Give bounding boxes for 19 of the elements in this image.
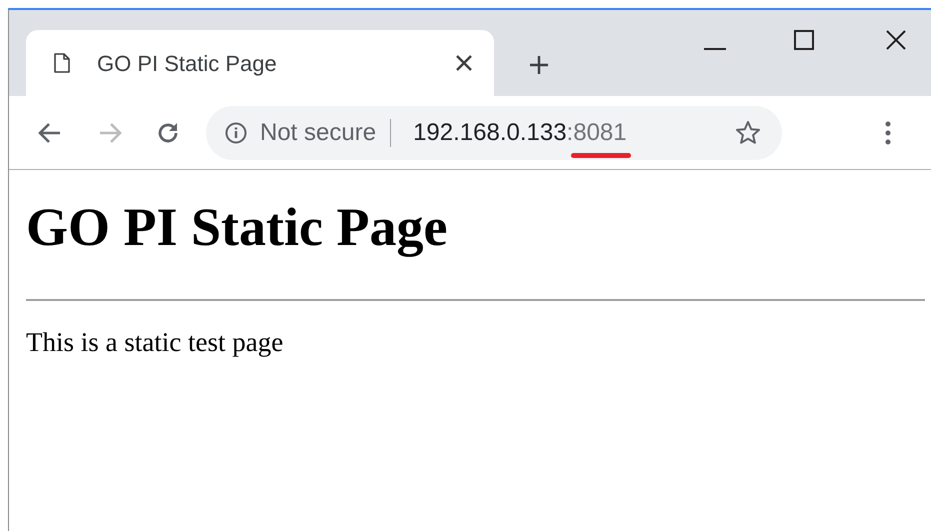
new-tab-icon[interactable]	[529, 55, 549, 75]
minimize-icon[interactable]	[704, 47, 726, 51]
security-label: Not secure	[260, 118, 376, 148]
back-arrow-icon[interactable]	[37, 122, 61, 144]
page-heading: GO PI Static Page	[26, 196, 448, 259]
menu-icon[interactable]	[885, 120, 891, 144]
maximize-icon[interactable]	[794, 30, 814, 50]
page-icon	[54, 53, 70, 73]
info-icon	[225, 122, 247, 144]
browser-tab[interactable]: GO PI Static Page	[26, 30, 494, 96]
url-port: :8081	[566, 118, 627, 146]
reload-icon[interactable]	[156, 120, 180, 144]
close-icon[interactable]	[456, 55, 472, 71]
url-host: 192.168.0.133	[413, 118, 567, 148]
close-icon[interactable]	[886, 30, 906, 50]
tab-title: GO PI Static Page	[97, 50, 277, 78]
star-icon[interactable]	[735, 120, 761, 146]
page-paragraph: This is a static test page	[26, 326, 284, 359]
address-bar[interactable]: Not secure 192.168.0.133:8081	[206, 106, 782, 160]
